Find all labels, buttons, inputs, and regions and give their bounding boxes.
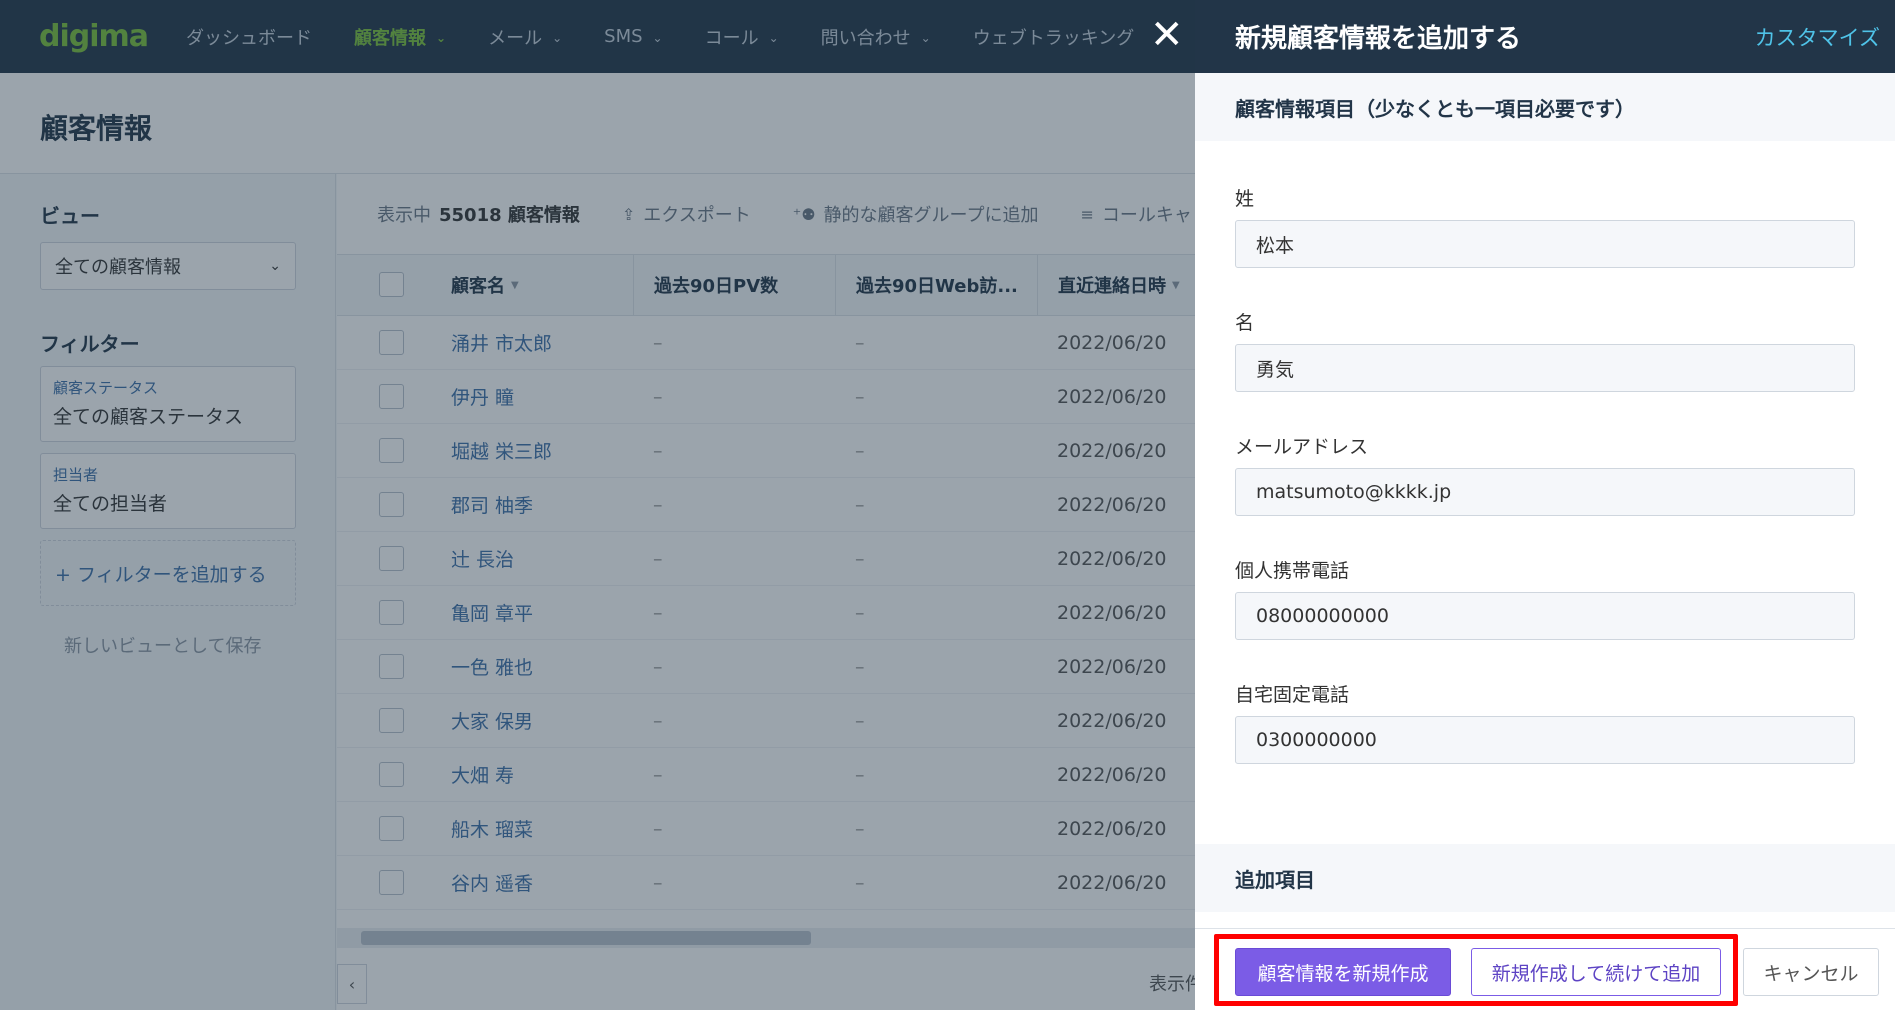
section-header-additional-fields: 追加項目 xyxy=(1195,844,1895,912)
modal-overlay[interactable] xyxy=(0,0,1195,1010)
section-header-customer-fields: 顧客情報項目（少なくとも一項目必要です） xyxy=(1195,73,1895,141)
last-name-field[interactable] xyxy=(1235,220,1855,268)
drawer-title: 新規顧客情報を追加する xyxy=(1235,24,1522,54)
email-label: メールアドレス xyxy=(1235,436,1369,458)
first-name-field[interactable] xyxy=(1235,344,1855,392)
first-name-label: 名 xyxy=(1235,312,1255,334)
home-phone-label: 自宅固定電話 xyxy=(1235,684,1350,706)
close-icon[interactable]: ✕ xyxy=(1150,12,1184,58)
mobile-phone-label: 個人携帯電話 xyxy=(1235,560,1350,582)
home-phone-field[interactable] xyxy=(1235,716,1855,764)
drawer-footer: 顧客情報を新規作成 新規作成して続けて追加 キャンセル xyxy=(1195,928,1895,1010)
cancel-button[interactable]: キャンセル xyxy=(1743,948,1879,996)
last-name-label: 姓 xyxy=(1235,188,1255,210)
customize-link[interactable]: カスタマイズ xyxy=(1755,22,1880,52)
email-field[interactable] xyxy=(1235,468,1855,516)
mobile-phone-field[interactable] xyxy=(1235,592,1855,640)
add-customer-drawer: 新規顧客情報を追加する カスタマイズ 顧客情報項目（少なくとも一項目必要です） … xyxy=(1195,0,1895,1010)
drawer-header: 新規顧客情報を追加する カスタマイズ xyxy=(1195,0,1895,73)
create-customer-button[interactable]: 顧客情報を新規作成 xyxy=(1235,948,1451,996)
create-and-continue-button[interactable]: 新規作成して続けて追加 xyxy=(1471,948,1721,996)
